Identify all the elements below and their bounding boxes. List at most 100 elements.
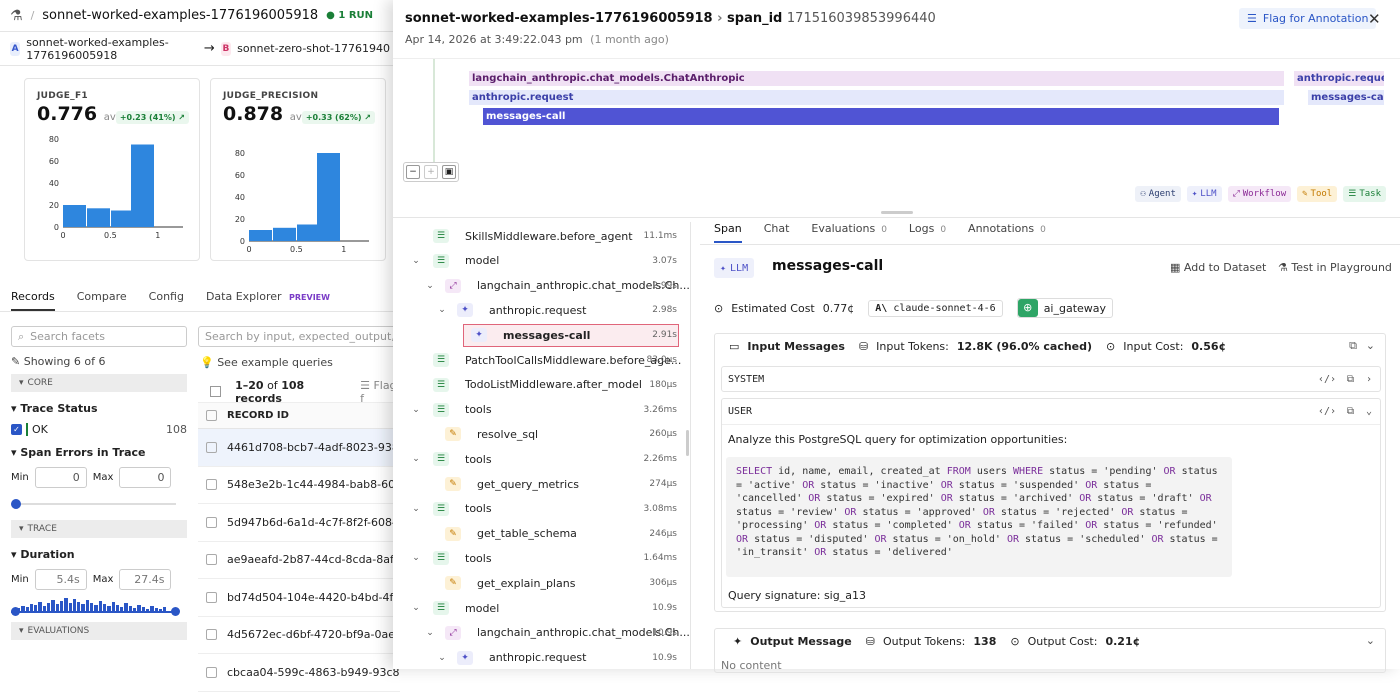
chevron-down-icon[interactable]: ⌄: [1366, 339, 1375, 352]
flame-bar-right-request[interactable]: anthropic.request: [1294, 71, 1384, 86]
runs-badge[interactable]: ● 1 RUN: [326, 10, 373, 21]
metric-card-f1[interactable]: JUDGE_F1 0.776 avg +0.23 (41%) ↗ 0 20 40 60…: [24, 78, 200, 261]
span-tree-row[interactable]: ⌄ ☰ tools 3.08ms: [403, 497, 690, 521]
code-view-icon[interactable]: ‹/›: [1318, 374, 1336, 385]
flame-bar-chat-anthropic[interactable]: langchain_anthropic.chat_models.ChatAnth…: [469, 71, 1284, 86]
flame-bar-anthropic-request[interactable]: anthropic.request: [469, 90, 1284, 105]
facet-trace-status[interactable]: ▾ Trace Status: [11, 402, 187, 415]
tab-chat[interactable]: Chat: [764, 222, 790, 243]
model-badge[interactable]: A\ claude-sonnet-4-6: [868, 299, 1003, 317]
copy-icon[interactable]: ⧉: [1347, 406, 1354, 417]
span-tree-row[interactable]: ⌄ ✦ anthropic.request 10.9s: [403, 646, 690, 669]
test-in-playground-button[interactable]: ⚗ Test in Playground: [1278, 261, 1392, 274]
add-to-dataset-button[interactable]: ▦ Add to Dataset: [1170, 261, 1266, 274]
chevron-down-icon[interactable]: ⌄: [437, 305, 447, 315]
span-tree-row[interactable]: ☰ TodoListMiddleware.after_model 180μs: [403, 373, 690, 397]
span-tree-row[interactable]: ⌄ ✦ anthropic.request 2.98s: [403, 298, 690, 322]
span-tree-row[interactable]: ☰ SkillsMiddleware.before_agent 11.1ms: [403, 224, 690, 248]
tab-evaluations[interactable]: Evaluations 0: [811, 222, 887, 243]
fit-view-icon[interactable]: ▣: [442, 165, 456, 179]
row-checkbox[interactable]: [206, 479, 217, 491]
table-row[interactable]: 4461d708-bcb7-4adf-8023-9387f945: [198, 429, 400, 467]
legend-llm[interactable]: ✦ LLM: [1186, 186, 1222, 202]
row-checkbox[interactable]: [206, 666, 217, 678]
checkbox-checked[interactable]: ✓: [11, 424, 22, 435]
span-tree-row[interactable]: ✎ get_query_metrics 274μs: [403, 472, 690, 496]
section-evaluations[interactable]: ▾ EVALUATIONS: [11, 622, 187, 640]
gateway-badge[interactable]: ⊕ ai_gateway: [1016, 298, 1114, 318]
project-name[interactable]: sonnet-worked-examples-1776196005918: [42, 8, 318, 23]
system-message[interactable]: SYSTEM ‹/› ⧉ ›: [721, 366, 1381, 392]
example-queries-link[interactable]: 💡 See example queries: [198, 356, 400, 369]
experiment-a-name[interactable]: sonnet-worked-examples-1776196005918: [26, 36, 198, 62]
section-trace[interactable]: ▾ TRACE: [11, 520, 187, 538]
chevron-down-icon[interactable]: ⌄: [411, 504, 421, 514]
chevron-down-icon[interactable]: ⌄: [437, 653, 447, 663]
row-checkbox[interactable]: [206, 516, 217, 528]
min-input[interactable]: 0: [34, 467, 87, 488]
row-checkbox[interactable]: [206, 591, 217, 603]
row-checkbox[interactable]: [206, 441, 217, 453]
range-slider[interactable]: [11, 494, 187, 514]
span-tree-row[interactable]: ✎ get_table_schema 246μs: [403, 522, 690, 546]
facet-duration[interactable]: ▾ Duration: [11, 548, 187, 561]
experiment-b-name[interactable]: sonnet-zero-shot-17761940: [237, 42, 390, 55]
chevron-down-icon[interactable]: ⌄: [411, 553, 421, 563]
row-checkbox[interactable]: [206, 629, 217, 641]
span-tree-row[interactable]: ⌄ ☰ model 10.9s: [403, 596, 690, 620]
duration-histogram[interactable]: [11, 594, 187, 616]
row-checkbox[interactable]: [206, 554, 217, 566]
span-tree-row[interactable]: ☰ PatchToolCallsMiddleware.before_age... 8…: [403, 348, 690, 372]
legend-task[interactable]: ☰ Task: [1343, 186, 1386, 202]
table-row[interactable]: bd74d504-104e-4420-b4bd-4fb5603: [198, 579, 400, 617]
span-tree-row[interactable]: ⌄ ⤢ langchain_anthropic.chat_models.Ch... 2…: [403, 274, 690, 298]
chevron-right-icon[interactable]: ›: [1366, 374, 1372, 385]
tab-records[interactable]: Records: [11, 290, 55, 311]
tab-config[interactable]: Config: [149, 290, 184, 311]
chevron-down-icon[interactable]: ⌄: [425, 628, 435, 638]
flame-bar-messages-call[interactable]: messages-call: [483, 108, 1279, 125]
flame-bar-right-messages[interactable]: messages-call: [1308, 90, 1384, 105]
output-message-header[interactable]: ✦ Output Message ⛁ Output Tokens: 138 ⊙ Outp…: [715, 629, 1385, 653]
max-input[interactable]: 0: [119, 467, 172, 488]
facet-search-input[interactable]: ⌕ Search facets: [11, 326, 187, 347]
table-row[interactable]: 4d5672ec-d6bf-4720-bf9a-0ae69a4d: [198, 617, 400, 654]
table-row[interactable]: 548e3e2b-1c44-4984-bab8-608256f2: [198, 467, 400, 504]
span-tree-row[interactable]: ✦ messages-call 2.91s: [403, 323, 690, 348]
span-tree-row[interactable]: ✎ get_explain_plans 306μs: [403, 571, 690, 595]
facet-span-errors[interactable]: ▾ Span Errors in Trace: [11, 446, 187, 459]
user-role-header[interactable]: USER ‹/› ⧉ ⌄: [722, 399, 1380, 425]
zoom-out-icon[interactable]: −: [406, 165, 420, 179]
legend-agent[interactable]: ⚇ Agent: [1135, 186, 1181, 202]
collapse-panel-icon[interactable]: [210, 386, 222, 397]
duration-max-input[interactable]: 27.4s: [119, 569, 172, 590]
resize-handle[interactable]: [881, 211, 913, 214]
select-all-checkbox[interactable]: [206, 410, 217, 421]
chevron-down-icon[interactable]: ⌄: [411, 603, 421, 613]
chevron-down-icon[interactable]: ⌄: [425, 281, 435, 291]
copy-icon[interactable]: ⧉: [1347, 374, 1354, 385]
chevron-down-icon[interactable]: ⌄: [1366, 406, 1372, 417]
flag-for-annotation-button[interactable]: ☰ Flag for Annotation: [1239, 8, 1377, 29]
table-row[interactable]: ae9aeafd-2b87-44cd-8cda-8afe36b6: [198, 542, 400, 579]
chevron-down-icon[interactable]: ⌄: [411, 405, 421, 415]
legend-workflow[interactable]: ⤢ Workflow: [1227, 186, 1292, 202]
section-core[interactable]: ▾ CORE: [11, 374, 187, 392]
table-row[interactable]: 5d947b6d-6a1d-4c7f-8f2f-60843f63c: [198, 504, 400, 542]
duration-min-input[interactable]: 5.4s: [34, 569, 87, 590]
records-search-input[interactable]: Search by input, expected_output, output: [198, 326, 400, 347]
copy-icon[interactable]: ⧉: [1349, 339, 1357, 353]
span-tree-row[interactable]: ⌄ ⤢ langchain_anthropic.chat_models.Ch... 1…: [403, 621, 690, 645]
facet-option-ok[interactable]: ✓ OK 108: [11, 423, 187, 436]
code-view-icon[interactable]: ‹/›: [1318, 406, 1336, 417]
metric-card-precision[interactable]: JUDGE_PRECISION 0.878 avg +0.33 (62%) ↗ …: [210, 78, 386, 261]
zoom-in-icon[interactable]: +: [424, 165, 438, 179]
tab-logs[interactable]: Logs 0: [909, 222, 946, 243]
span-tree-row[interactable]: ⌄ ☰ model 3.07s: [403, 249, 690, 273]
span-tree-row[interactable]: ⌄ ☰ tools 3.26ms: [403, 398, 690, 422]
legend-tool[interactable]: ✎ Tool: [1297, 186, 1338, 202]
table-row[interactable]: cbcaa04-599c-4863-b949-93c86c0: [198, 654, 400, 692]
close-icon[interactable]: ✕: [1368, 10, 1381, 28]
tab-compare[interactable]: Compare: [77, 290, 127, 311]
tree-scrollbar[interactable]: [686, 430, 689, 456]
